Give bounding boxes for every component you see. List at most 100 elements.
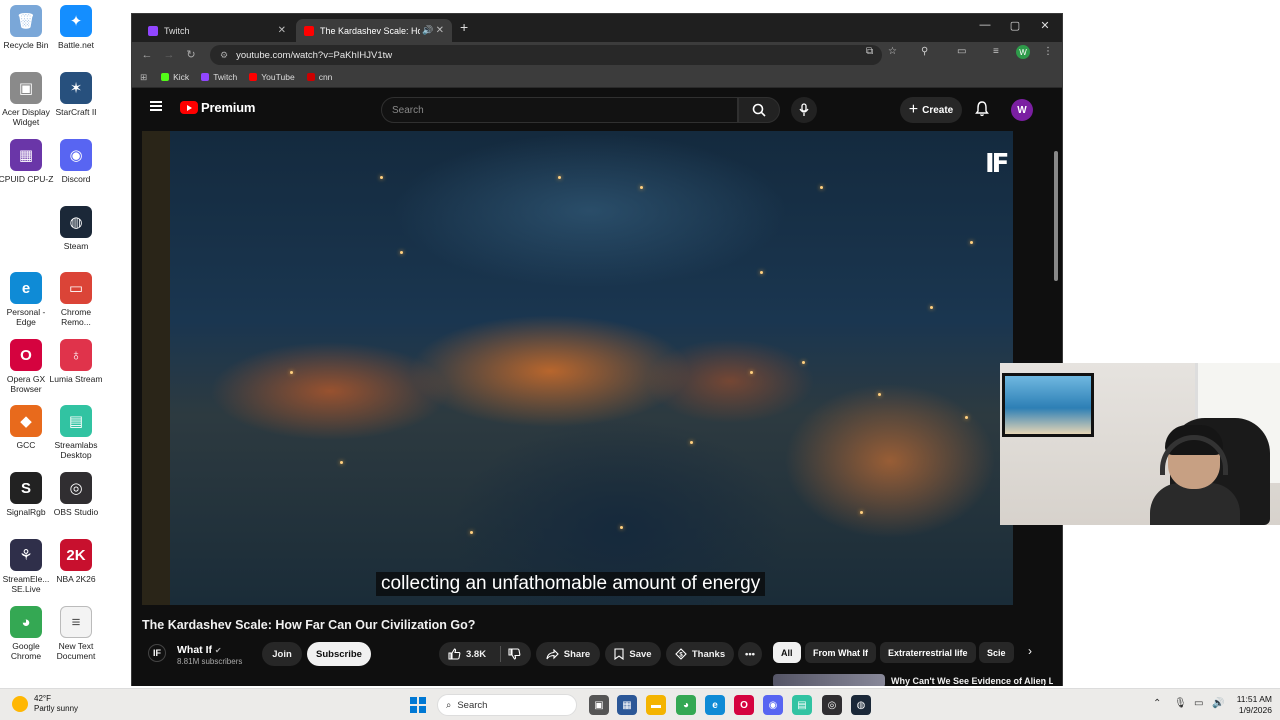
media-icon[interactable]: ≡: [993, 46, 999, 57]
desktop-shortcut[interactable]: ◉ Discord: [50, 139, 102, 184]
sidebar-icon[interactable]: ▭: [957, 46, 966, 57]
maximize-icon[interactable]: ▢: [1000, 19, 1030, 32]
bookmark-kick[interactable]: Kick: [161, 72, 189, 82]
extensions-icon[interactable]: ⚲: [921, 46, 928, 57]
share-button[interactable]: Share: [536, 642, 600, 666]
twitch-icon: [201, 73, 210, 81]
minimize-icon[interactable]: —: [970, 19, 1000, 31]
profile-avatar[interactable]: W: [1016, 45, 1030, 59]
desktop-shortcut[interactable]: ✶ StarCraft II: [50, 72, 102, 117]
obs-taskbar-icon[interactable]: ◎: [822, 695, 842, 715]
chip-science[interactable]: Scie: [979, 642, 1014, 663]
desktop-shortcut[interactable]: ◆ GCC: [0, 405, 52, 450]
channel-name[interactable]: What If ✔: [177, 644, 222, 656]
close-icon[interactable]: ✕: [278, 25, 286, 36]
desktop-shortcut[interactable]: S SignalRgb: [0, 472, 52, 517]
thanks-button[interactable]: $ Thanks: [666, 642, 734, 666]
new-tab-button[interactable]: +: [460, 19, 468, 35]
close-icon[interactable]: ✕: [436, 25, 444, 36]
desktop-shortcut[interactable]: ▭ Chrome Remo...: [50, 272, 102, 327]
desktop-shortcut[interactable]: 2K NBA 2K26: [50, 539, 102, 584]
youtube-logo[interactable]: Premium: [180, 100, 255, 115]
join-button[interactable]: Join: [262, 642, 302, 666]
star-glow: [290, 371, 293, 374]
bookmark-twitch[interactable]: Twitch: [201, 72, 237, 82]
create-button[interactable]: + Create: [900, 97, 962, 123]
edge-taskbar-icon[interactable]: e: [705, 695, 725, 715]
widgets-icon[interactable]: ▦: [617, 695, 637, 715]
window-close-icon[interactable]: ✕: [1030, 19, 1060, 32]
search-button[interactable]: [738, 97, 780, 123]
reload-icon[interactable]: ↻: [180, 48, 202, 61]
apps-icon[interactable]: ⊞: [140, 72, 147, 83]
task-view-icon[interactable]: ▣: [589, 695, 609, 715]
display-tray-icon[interactable]: ▭: [1194, 698, 1203, 709]
tab-twitch[interactable]: Twitch ✕: [140, 19, 294, 42]
desktop-shortcut[interactable]: ▤ Streamlabs Desktop: [50, 405, 102, 460]
more-menu-icon[interactable]: ⋮: [1043, 46, 1053, 57]
video-frame[interactable]: [170, 131, 1013, 605]
microphone-tray-icon[interactable]: 🎙: [1174, 698, 1187, 709]
discord-taskbar-icon[interactable]: ◉: [763, 695, 783, 715]
search-input[interactable]: Search: [381, 97, 738, 123]
kick-icon: [161, 73, 170, 81]
desktop-shortcut[interactable]: ◍ Steam: [50, 206, 102, 251]
video-player[interactable]: IF collecting an unfathomable amount of …: [142, 131, 1013, 605]
desktop-shortcut[interactable]: ≡ New Text Document: [50, 606, 102, 661]
voice-search-button[interactable]: [791, 97, 817, 123]
account-avatar[interactable]: W: [1011, 99, 1033, 121]
chrome-taskbar-icon[interactable]: ◕: [676, 695, 696, 715]
weather-widget[interactable]: 42°F Partly sunny: [12, 694, 78, 714]
taskbar-search[interactable]: ⌕ Search: [437, 694, 577, 716]
desktop-shortcut[interactable]: ◕ Google Chrome: [0, 606, 52, 661]
forward-icon[interactable]: →: [158, 49, 180, 61]
hamburger-menu-icon[interactable]: [150, 101, 162, 111]
file-explorer-icon[interactable]: ▬: [646, 695, 666, 715]
desktop-shortcut[interactable]: e Personal - Edge: [0, 272, 52, 327]
start-button[interactable]: [410, 697, 426, 713]
desktop-shortcut[interactable]: ▦ CPUID CPU-Z: [0, 139, 53, 184]
desktop-shortcut[interactable]: ◎ OBS Studio: [50, 472, 102, 517]
opera-taskbar-icon[interactable]: O: [734, 695, 754, 715]
desktop-shortcut[interactable]: ✦ Battle.net: [50, 5, 102, 50]
desktop-shortcut[interactable]: 🗑 Recycle Bin: [0, 5, 52, 50]
browser-window: Twitch ✕ The Kardashev Scale: How F 🔊 ✕ …: [131, 13, 1063, 691]
back-icon[interactable]: ←: [136, 49, 158, 61]
channel-avatar[interactable]: IF: [148, 644, 166, 662]
install-app-icon[interactable]: ⧉: [866, 46, 873, 57]
recommended-title[interactable]: Why Can't We See Evidence of Alien Life?…: [891, 675, 1053, 686]
desktop-shortcut[interactable]: O Opera GX Browser: [0, 339, 52, 394]
steam-taskbar-icon[interactable]: ◍: [851, 695, 871, 715]
thumbs-down-icon[interactable]: [508, 648, 521, 660]
desktop-shortcut[interactable]: ▣ Acer Display Widget: [0, 72, 52, 127]
bookmark-youtube[interactable]: YouTube: [249, 72, 295, 82]
chevron-right-icon[interactable]: ›: [1017, 644, 1043, 662]
bookmark-star-icon[interactable]: ☆: [888, 46, 897, 57]
chip-all[interactable]: All: [773, 642, 801, 663]
show-hidden-icons[interactable]: ⌃: [1153, 698, 1161, 709]
system-clock[interactable]: 11:51 AM 1/9/2026: [1228, 694, 1272, 716]
subscribe-button[interactable]: Subscribe: [307, 642, 371, 666]
speaker-icon[interactable]: 🔊: [422, 25, 433, 36]
more-actions-icon[interactable]: •••: [738, 642, 762, 666]
channel-watermark[interactable]: IF: [985, 149, 1010, 179]
volume-icon[interactable]: 🔊: [1212, 698, 1224, 709]
lumia-stream-icon: ♁: [60, 339, 92, 371]
notifications-bell-icon[interactable]: [975, 101, 989, 122]
desktop-shortcut[interactable]: ⚘ StreamEle... SE.Live: [0, 539, 52, 594]
like-button[interactable]: 3.8K: [448, 648, 500, 660]
tab-youtube[interactable]: The Kardashev Scale: How F 🔊 ✕: [296, 19, 452, 42]
chip-from-what-if[interactable]: From What If: [805, 642, 876, 663]
recommended-video[interactable]: Why Can't We See Evidence of Alien Life?…: [773, 672, 1053, 686]
address-bar[interactable]: ⚙ youtube.com/watch?v=PaKhIHJV1tw: [210, 45, 882, 65]
page-scrollbar[interactable]: [1054, 151, 1058, 281]
recommended-thumbnail[interactable]: [773, 674, 885, 686]
bookmark-cnn[interactable]: cnn: [306, 72, 332, 82]
chip-extraterrestrial-life[interactable]: Extraterrestrial life: [880, 642, 976, 663]
desktop-shortcut[interactable]: ♁ Lumia Stream: [50, 339, 102, 384]
text-document-icon: ≡: [60, 606, 92, 638]
star-glow: [760, 271, 763, 274]
save-button[interactable]: Save: [605, 642, 661, 666]
streamlabs-taskbar-icon[interactable]: ▤: [792, 695, 812, 715]
site-info-icon[interactable]: ⚙: [220, 50, 228, 61]
